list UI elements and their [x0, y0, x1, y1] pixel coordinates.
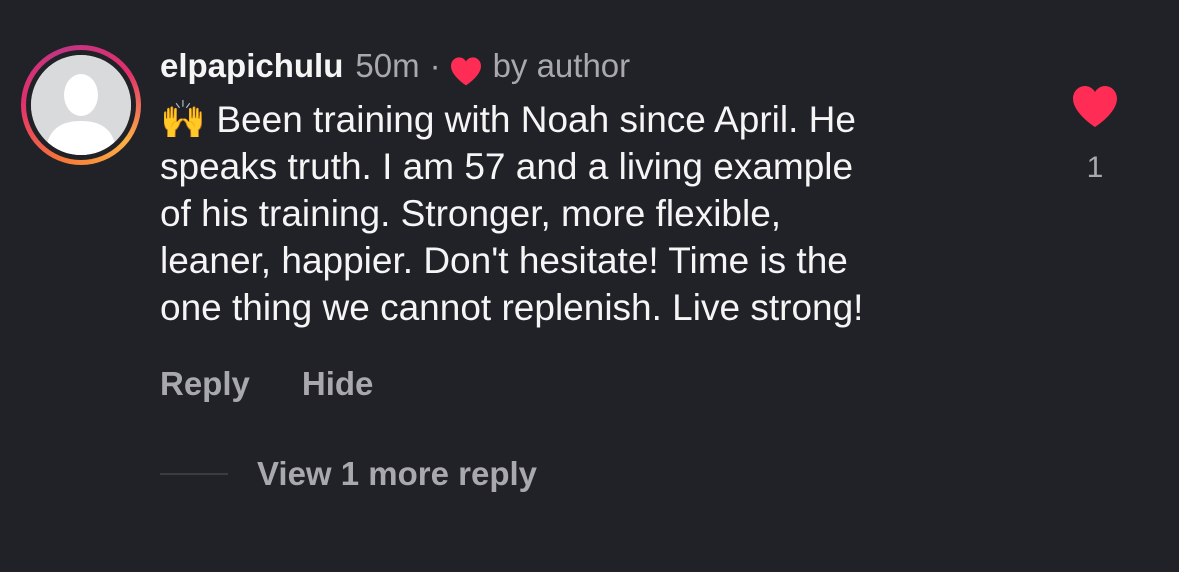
- like-control: 1: [1070, 84, 1120, 185]
- raising-hands-emoji: 🙌: [160, 99, 207, 140]
- like-count[interactable]: 1: [1070, 151, 1120, 185]
- heart-icon: [449, 53, 483, 86]
- comment-text: 🙌 Been training with Noah since April. H…: [160, 96, 1030, 331]
- hide-button[interactable]: Hide: [302, 365, 374, 403]
- avatar[interactable]: [31, 55, 131, 155]
- view-more-replies: View 1 more reply: [160, 455, 537, 493]
- username[interactable]: elpapichulu: [160, 44, 343, 88]
- heart-icon[interactable]: [1071, 84, 1119, 128]
- comment: elpapichulu 50m · by author 🙌 Been train…: [0, 0, 1179, 572]
- comment-body: elpapichulu 50m · by author 🙌 Been train…: [160, 44, 1040, 331]
- replies-divider: [160, 473, 228, 475]
- comment-meta: elpapichulu 50m · by author: [160, 44, 1040, 88]
- comment-text-content: Been training with Noah since April. He …: [160, 99, 864, 328]
- comment-actions: Reply Hide: [160, 365, 425, 403]
- reply-button[interactable]: Reply: [160, 365, 250, 403]
- meta-separator: ·: [429, 47, 441, 84]
- liked-by-author-label: by author: [492, 47, 631, 84]
- timestamp: 50m: [355, 47, 420, 84]
- view-more-replies-button[interactable]: View 1 more reply: [257, 455, 537, 493]
- avatar-story-ring[interactable]: [21, 45, 141, 165]
- default-person-avatar-icon: [31, 55, 131, 155]
- avatar-ring-gap: [26, 50, 136, 160]
